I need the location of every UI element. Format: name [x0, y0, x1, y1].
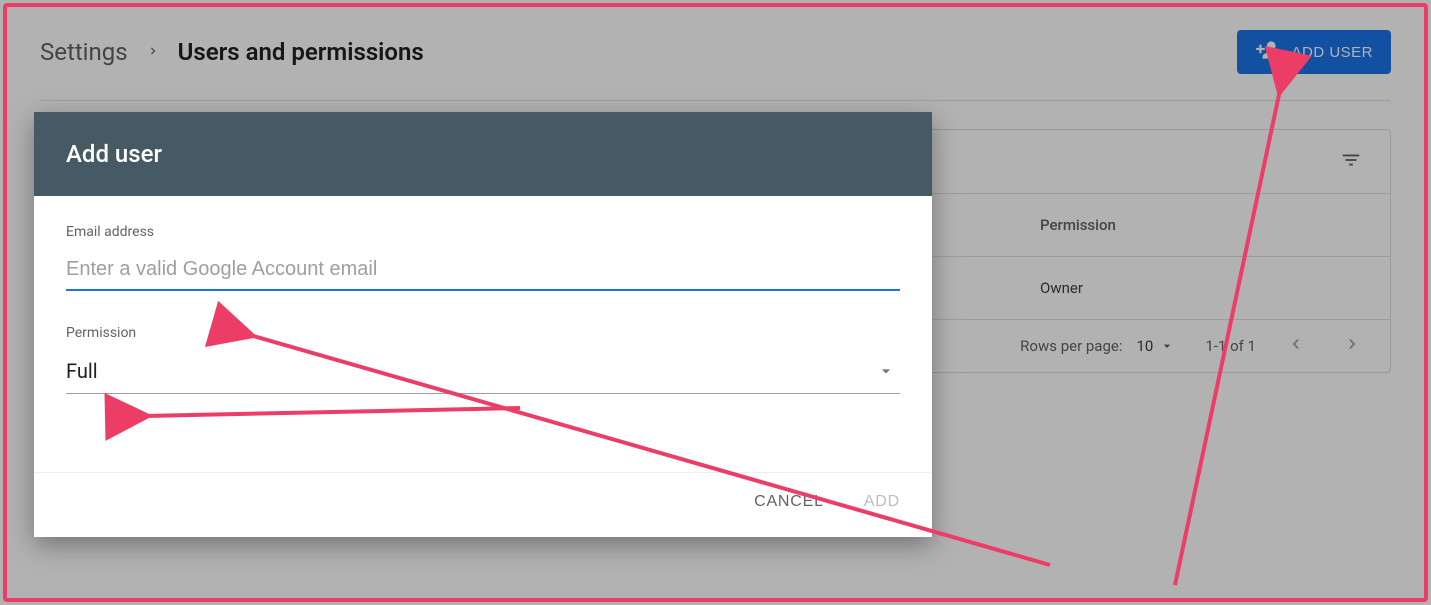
- dialog-actions: CANCEL ADD: [34, 472, 932, 537]
- permission-select[interactable]: Full: [66, 355, 900, 394]
- email-input[interactable]: [66, 254, 900, 291]
- cancel-button[interactable]: CANCEL: [754, 493, 824, 511]
- dialog-body: Email address Permission Full: [34, 196, 932, 436]
- add-button[interactable]: ADD: [864, 493, 900, 511]
- permission-field-group: Permission Full: [66, 325, 900, 394]
- permission-value: Full: [66, 359, 98, 383]
- add-user-dialog: Add user Email address Permission Full C…: [34, 112, 932, 537]
- email-field-group: Email address: [66, 224, 900, 291]
- dropdown-caret-icon: [876, 361, 896, 381]
- email-label: Email address: [66, 224, 900, 240]
- dialog-title: Add user: [34, 112, 932, 196]
- permission-label: Permission: [66, 325, 900, 341]
